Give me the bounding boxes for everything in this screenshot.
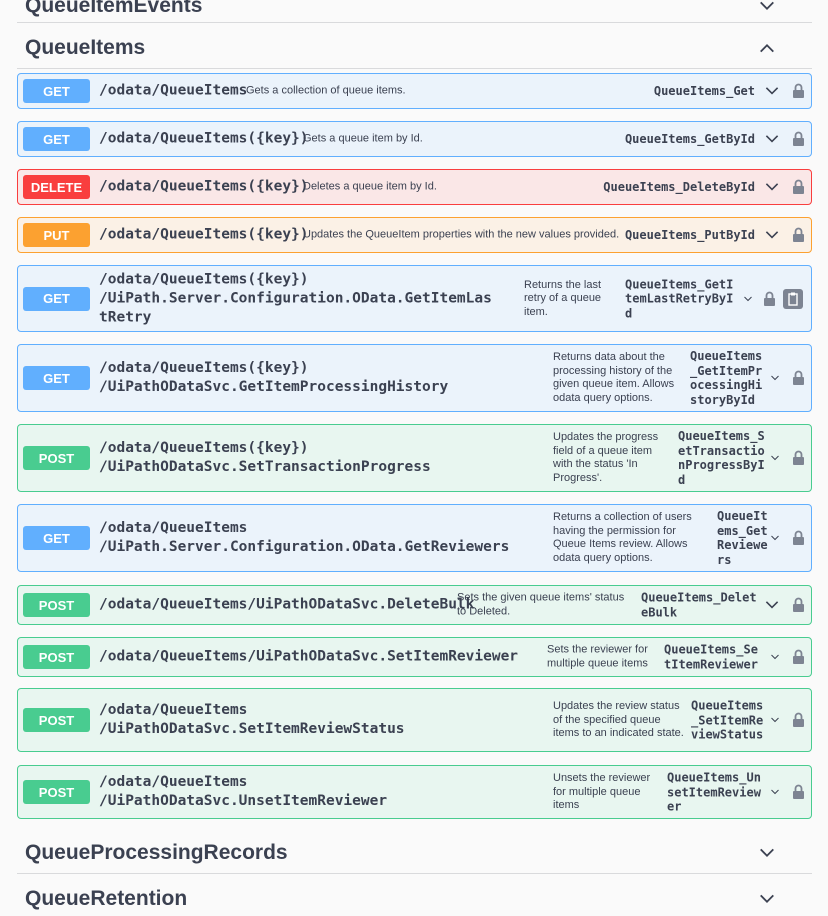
tag-name: QueueItems [25, 36, 146, 59]
operation-summary: Sets the given queue items' status to De… [457, 591, 625, 618]
chevron-down-icon[interactable] [770, 533, 780, 543]
operation-queueitems-deletebyid[interactable]: DELETE /odata/QueueItems({key}) Deletes … [17, 169, 812, 205]
copy-button[interactable] [783, 288, 803, 309]
method-badge: POST [23, 708, 90, 732]
lock-icon[interactable] [792, 530, 805, 546]
method-badge: GET [23, 127, 90, 151]
method-badge: DELETE [23, 175, 90, 199]
chevron-up-icon[interactable] [758, 39, 776, 57]
chevron-down-icon[interactable] [764, 83, 780, 99]
operation-summary: Returns a collection of users having the… [553, 511, 692, 564]
operation-id: QueueItems_Get [653, 83, 755, 98]
operation-queueitems-unsetitemreviewer[interactable]: POST /odata/QueueItems /UiPathODataSvc.U… [17, 765, 812, 819]
operation-id: QueueItems_DeleteById [603, 179, 755, 194]
operation-queueitems-get[interactable]: GET /odata/QueueItems Gets a collection … [17, 73, 812, 109]
tag-queueprocessingrecords[interactable]: QueueProcessingRecords [17, 832, 812, 874]
operation-summary: Sets the reviewer for multiple queue ite… [547, 643, 648, 670]
tag-queueitems[interactable]: QueueItems [17, 28, 812, 69]
method-badge: POST [23, 593, 90, 617]
operation-path: /odata/QueueItems({key}) [99, 130, 309, 147]
lock-icon[interactable] [792, 227, 805, 243]
method-badge: GET [23, 366, 90, 390]
operation-path: /odata/QueueItems/UiPathODataSvc.SetItem… [99, 648, 519, 665]
operation-id: QueueItems _GetItemPr ocessingHi storyBy… [690, 349, 763, 407]
lock-icon[interactable] [792, 83, 805, 99]
operation-path: /odata/QueueItems({key}) /UiPath.Server.… [99, 271, 492, 325]
method-badge: GET [23, 79, 90, 103]
operation-path: /odata/QueueItems({key}) /UiPathODataSvc… [99, 440, 431, 475]
tag-name: QueueItemEvents [25, 0, 203, 17]
operation-id: QueueItems _SetItemRe viewStatus [691, 698, 764, 742]
operation-path: /odata/QueueItems/UiPathODataSvc.DeleteB… [99, 596, 475, 613]
operation-path: /odata/QueueItems({key}) /UiPathODataSvc… [99, 360, 449, 395]
operation-summary: Gets a queue item by Id. [303, 132, 423, 145]
operation-queueitems-deletebulk[interactable]: POST /odata/QueueItems/UiPathODataSvc.De… [17, 585, 812, 625]
tag-queueretention[interactable]: QueueRetention [17, 882, 812, 916]
chevron-down-icon[interactable] [770, 453, 780, 463]
operation-id: QueueIt ems_Get Reviewe rs [717, 509, 768, 567]
chevron-down-icon[interactable] [758, 844, 776, 862]
lock-icon[interactable] [792, 370, 805, 386]
method-badge: GET [23, 286, 90, 311]
operation-summary: Gets a collection of queue items. [246, 84, 406, 97]
tag-name: QueueProcessingRecords [25, 840, 288, 864]
tag-name: QueueRetention [25, 887, 188, 910]
operation-id: QueueItems_Un setItemReview er [667, 770, 761, 814]
operation-summary: Returns data about the processing histor… [553, 351, 675, 404]
operation-summary: Deletes a queue item by Id. [303, 180, 437, 193]
operation-path: /odata/QueueItems({key}) [99, 226, 309, 243]
operation-queueitems-settransactionprogress[interactable]: POST /odata/QueueItems({key}) /UiPathODa… [17, 424, 812, 492]
chevron-down-icon[interactable] [743, 294, 753, 304]
chevron-down-icon[interactable] [770, 715, 780, 725]
operation-path: /odata/QueueItems({key}) [99, 178, 309, 195]
chevron-down-icon[interactable] [770, 652, 780, 662]
operation-summary: Unsets the reviewer for multiple queue i… [553, 771, 651, 811]
tag-queueitemevents[interactable]: QueueItemEvents [17, 0, 812, 23]
lock-icon[interactable] [792, 597, 805, 613]
lock-icon[interactable] [792, 784, 805, 800]
operation-queueitems-getreviewers[interactable]: GET /odata/QueueItems /UiPath.Server.Con… [17, 504, 812, 572]
lock-icon[interactable] [792, 712, 805, 728]
operation-id: QueueItems_Delet eBulk [641, 590, 757, 620]
method-badge: POST [23, 780, 90, 804]
operation-queueitems-putbyid[interactable]: PUT /odata/QueueItems({key}) Updates the… [17, 217, 812, 253]
operation-id: QueueItems_GetI temLastRetryByI d [625, 276, 734, 320]
lock-icon[interactable] [792, 649, 805, 665]
chevron-down-icon[interactable] [764, 131, 780, 147]
chevron-down-icon[interactable] [770, 373, 780, 383]
operation-id: QueueItems_PutById [624, 227, 755, 242]
lock-icon[interactable] [792, 131, 805, 147]
operation-path: /odata/QueueItems [99, 82, 248, 99]
lock-icon[interactable] [792, 179, 805, 195]
method-badge: POST [23, 645, 90, 669]
chevron-down-icon[interactable] [758, 890, 776, 908]
method-badge: GET [23, 526, 90, 550]
operation-queueitems-setitemreviewer[interactable]: POST /odata/QueueItems/UiPathODataSvc.Se… [17, 637, 812, 677]
operation-path: /odata/QueueItems /UiPathODataSvc.SetIte… [99, 702, 405, 737]
method-badge: PUT [23, 223, 90, 247]
chevron-down-icon[interactable] [764, 597, 780, 613]
operation-queueitems-getitemlastretry[interactable]: GET /odata/QueueItems({key}) /UiPath.Ser… [17, 265, 812, 332]
operation-path: /odata/QueueItems /UiPath.Server.Configu… [99, 520, 510, 555]
operation-queueitems-getbyid[interactable]: GET /odata/QueueItems({key}) Gets a queu… [17, 121, 812, 157]
operation-id: QueueItems_GetById [624, 131, 755, 146]
chevron-down-icon[interactable] [770, 787, 780, 797]
chevron-down-icon[interactable] [764, 179, 780, 195]
chevron-down-icon[interactable] [764, 227, 780, 243]
operation-queueitems-setitemreviewstatus[interactable]: POST /odata/QueueItems /UiPathODataSvc.S… [17, 688, 812, 752]
operation-queueitems-getitemprocessinghistory[interactable]: GET /odata/QueueItems({key}) /UiPathODat… [17, 344, 812, 412]
operation-summary: Updates the review status of the specifi… [553, 699, 684, 739]
operation-summary: Returns the last retry of a queue item. [524, 278, 602, 318]
operation-id: QueueItems_S etTransactio nProgressByI d [678, 429, 765, 487]
lock-icon[interactable] [792, 450, 805, 466]
lock-icon[interactable] [763, 291, 776, 307]
operation-summary: Updates the QueueItem properties with th… [303, 228, 620, 241]
operation-id: QueueItems_Se tItemReviewer [664, 642, 758, 672]
operation-summary: Updates the progress field of a queue it… [553, 431, 659, 484]
copy-icon [788, 292, 798, 306]
operation-path: /odata/QueueItems /UiPathODataSvc.UnsetI… [99, 774, 388, 809]
chevron-down-icon[interactable] [758, 0, 776, 15]
method-badge: POST [23, 446, 90, 470]
